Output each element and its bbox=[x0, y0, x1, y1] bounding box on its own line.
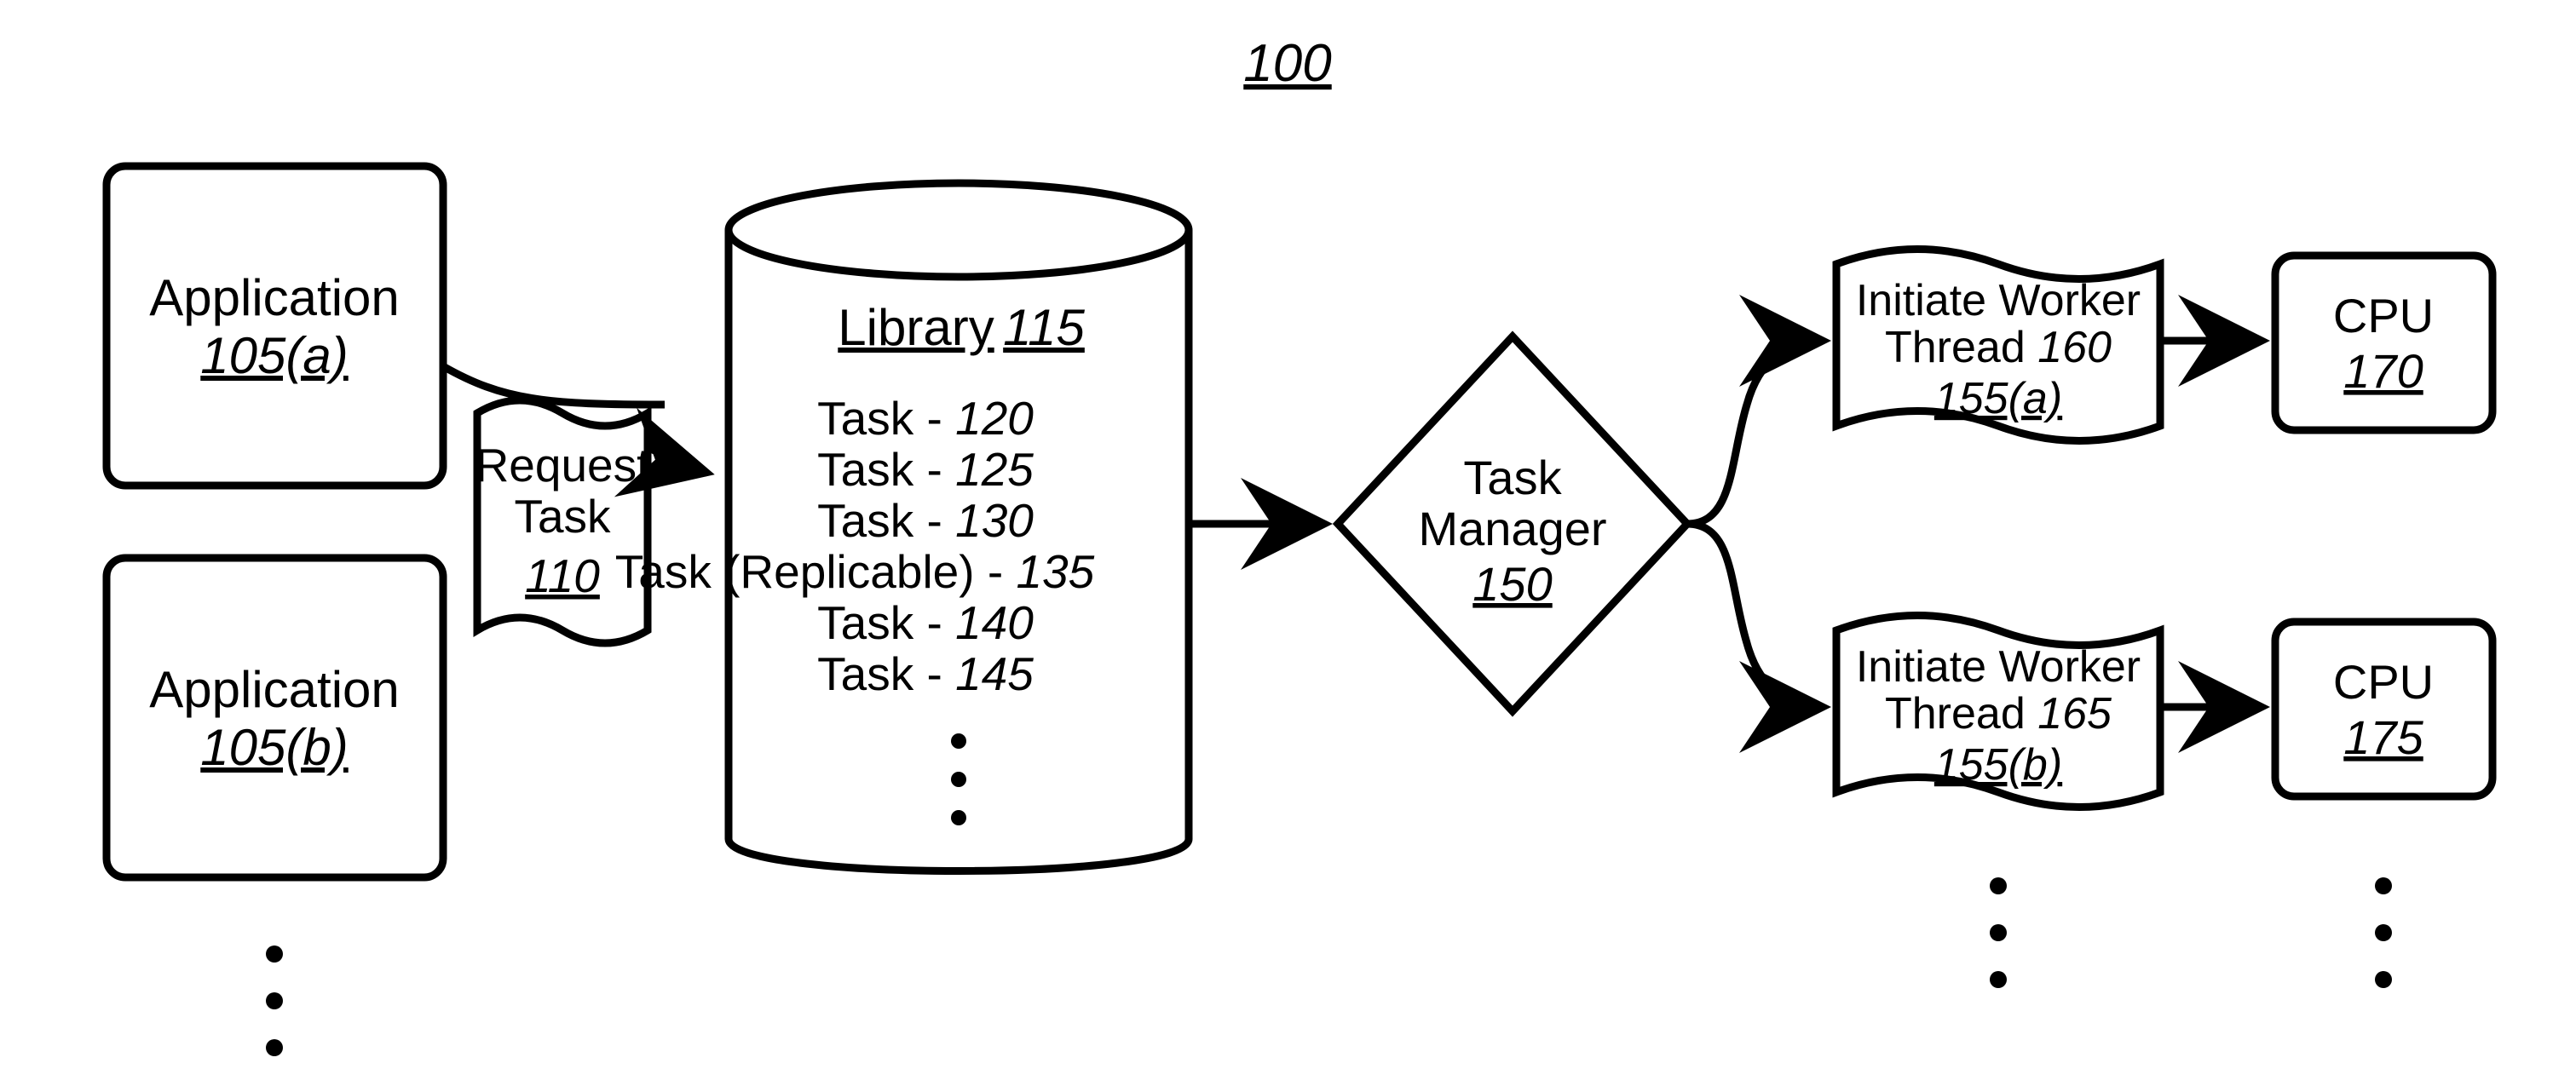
library-task-row: Task - 145 bbox=[817, 647, 1034, 700]
worker-b-line1: Initiate Worker bbox=[1856, 642, 2141, 692]
worker-ellipsis-dots bbox=[1990, 877, 2007, 988]
request-task-label-line2: Task bbox=[514, 490, 611, 543]
cpu-b-box: CPU 175 bbox=[2275, 622, 2492, 796]
library-title: Library bbox=[838, 299, 994, 356]
arrow-banner-to-library bbox=[648, 447, 707, 473]
task-manager-ref: 150 bbox=[1472, 557, 1552, 611]
application-a-ref: 105(a) bbox=[200, 327, 348, 384]
library-task-row: Task (Replicable) - 135 bbox=[615, 545, 1095, 598]
request-task-banner: Request Task 110 bbox=[475, 400, 650, 643]
application-a-box: Application 105(a) bbox=[107, 166, 443, 486]
cpu-a-box: CPU 170 bbox=[2275, 256, 2492, 430]
arrow-taskmanager-to-worker-b bbox=[1687, 524, 1824, 707]
cpu-b-ref: 175 bbox=[2343, 710, 2423, 764]
cpu-b-label: CPU bbox=[2333, 655, 2434, 709]
task-manager-label-line1: Task bbox=[1463, 451, 1562, 504]
worker-a-banner: Initiate Worker Thread 160 155(a) bbox=[1836, 250, 2160, 441]
worker-b-banner: Initiate Worker Thread 165 155(b) bbox=[1836, 616, 2160, 808]
application-b-box: Application 105(b) bbox=[107, 558, 443, 877]
application-b-ref: 105(b) bbox=[200, 719, 348, 776]
library-task-row: Task - 120 bbox=[817, 392, 1034, 445]
library-task-row: Task - 125 bbox=[817, 443, 1034, 496]
cpu-ellipsis-dots bbox=[2375, 877, 2392, 988]
arrow-taskmanager-to-worker-a bbox=[1687, 341, 1824, 524]
application-a-label: Application bbox=[149, 269, 400, 326]
worker-b-line2: Thread 165 bbox=[1885, 689, 2112, 739]
application-b-label: Application bbox=[149, 661, 400, 718]
arrow-app-to-banner bbox=[443, 366, 665, 405]
figure-ref: 100 bbox=[1243, 34, 1331, 93]
worker-a-ref: 155(a) bbox=[1934, 374, 2062, 423]
application-ellipsis-dots bbox=[266, 945, 283, 1056]
library-cylinder: Library 115 Task - 120 Task - 125 Task -… bbox=[615, 183, 1189, 871]
task-manager-label-line2: Manager bbox=[1418, 502, 1606, 555]
request-task-label-line1: Request bbox=[475, 439, 650, 491]
cpu-a-ref: 170 bbox=[2343, 344, 2423, 398]
task-manager-diamond: Task Manager 150 bbox=[1338, 336, 1687, 711]
library-task-row: Task - 140 bbox=[817, 596, 1034, 649]
request-task-ref: 110 bbox=[525, 549, 600, 602]
worker-a-line2: Thread 160 bbox=[1885, 323, 2112, 372]
worker-b-ref: 155(b) bbox=[1934, 740, 2062, 790]
library-ref: 115 bbox=[1003, 299, 1085, 356]
worker-a-line1: Initiate Worker bbox=[1856, 276, 2141, 325]
cpu-a-label: CPU bbox=[2333, 289, 2434, 342]
library-task-row: Task - 130 bbox=[817, 494, 1034, 547]
